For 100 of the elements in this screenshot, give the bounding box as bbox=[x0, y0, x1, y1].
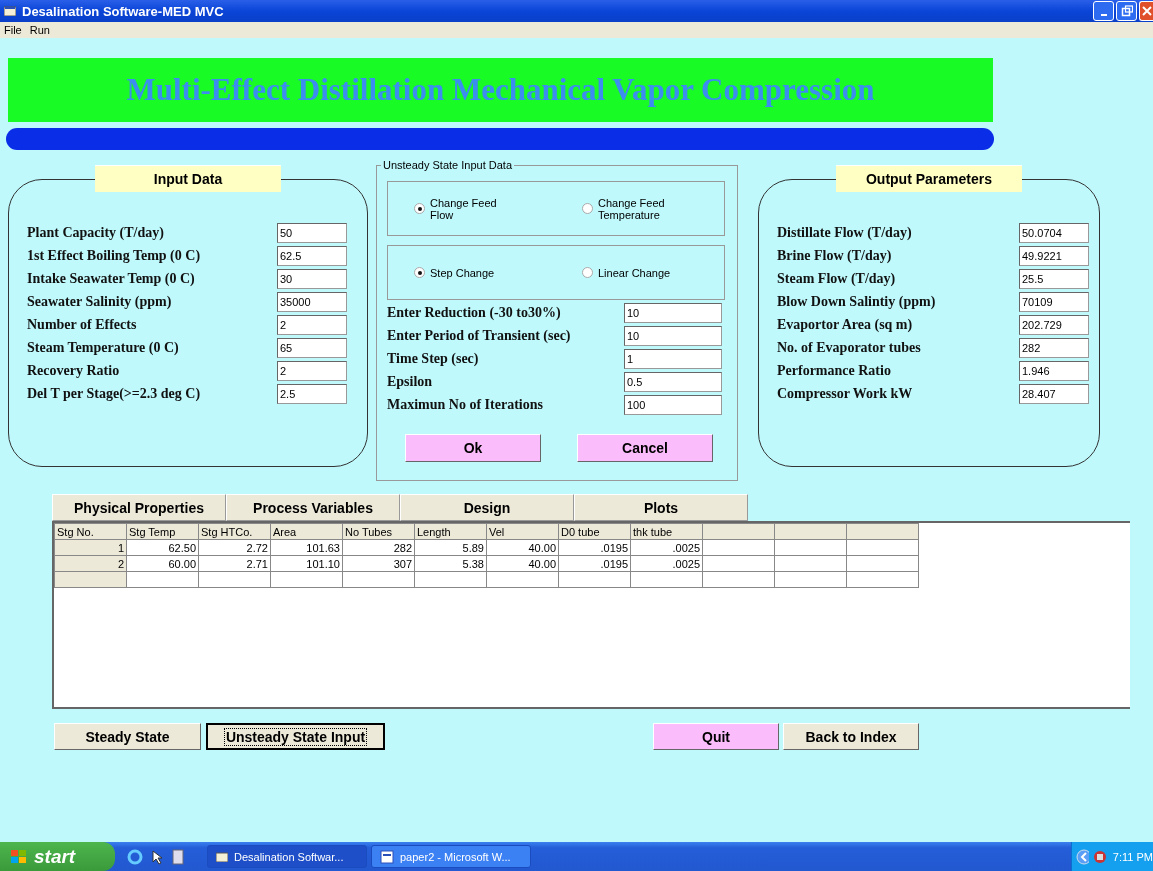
field-label: Steam Temperature (0 C) bbox=[27, 340, 180, 356]
field-label: Time Step (sec) bbox=[387, 351, 480, 367]
radio-option[interactable]: Linear Change bbox=[556, 266, 724, 279]
action-button[interactable]: Quit bbox=[653, 723, 779, 750]
action-button[interactable]: Unsteady State Input bbox=[206, 723, 385, 750]
input-field[interactable]: 35000 bbox=[277, 292, 347, 312]
browser-icon[interactable] bbox=[127, 848, 143, 865]
output-field[interactable]: 282 bbox=[1019, 338, 1089, 358]
input-field[interactable]: 2 bbox=[277, 361, 347, 381]
input-field[interactable]: 62.5 bbox=[277, 246, 347, 266]
radio-option[interactable]: Change Feed Temperature bbox=[556, 196, 724, 221]
table-cell: 40.00 bbox=[486, 555, 559, 572]
tab[interactable]: Physical Properties bbox=[52, 494, 226, 521]
network-icon[interactable] bbox=[1092, 848, 1106, 865]
tab[interactable]: Process Variables bbox=[226, 494, 400, 521]
radio-option[interactable]: Change Feed Flow bbox=[388, 196, 556, 221]
table-cell: 101.63 bbox=[270, 539, 343, 556]
table-cell: 101.10 bbox=[270, 555, 343, 572]
output-field[interactable]: 202.729 bbox=[1019, 315, 1089, 335]
field-label: Brine Flow (T/day) bbox=[777, 248, 893, 264]
field-label: Del T per Stage(>=2.3 deg C) bbox=[27, 386, 202, 402]
field-label: Intake Seawater Temp (0 C) bbox=[27, 271, 196, 287]
field-label: Recovery Ratio bbox=[27, 363, 121, 379]
output-field[interactable]: 28.407 bbox=[1019, 384, 1089, 404]
column-header: D0 tube bbox=[558, 523, 631, 540]
table-cell: 2.71 bbox=[198, 555, 271, 572]
input-field[interactable]: 30 bbox=[277, 269, 347, 289]
minimize-button[interactable] bbox=[1093, 1, 1114, 21]
output-field[interactable]: 50.0704 bbox=[1019, 223, 1089, 243]
output-field[interactable]: 1.946 bbox=[1019, 361, 1089, 381]
taskbar-button[interactable]: Desalination Softwar... bbox=[207, 845, 367, 868]
action-button[interactable]: Steady State bbox=[54, 723, 201, 750]
table-cell: 40.00 bbox=[486, 539, 559, 556]
field-label: Enter Period of Transient (sec) bbox=[387, 328, 572, 344]
radio-option[interactable]: Step Change bbox=[388, 266, 556, 279]
close-icon bbox=[1141, 6, 1152, 16]
input-field[interactable]: 10 bbox=[624, 326, 722, 346]
chevron-icon[interactable] bbox=[1076, 848, 1090, 865]
field-label: Distillate Flow (T/day) bbox=[777, 225, 913, 241]
input-field[interactable]: 0.5 bbox=[624, 372, 722, 392]
output-field[interactable]: 25.5 bbox=[1019, 269, 1089, 289]
panel-heading: Input Data bbox=[95, 165, 281, 192]
menu-item[interactable]: File bbox=[4, 24, 22, 36]
field-label: Compressor Work kW bbox=[777, 386, 914, 402]
input-field[interactable]: 50 bbox=[277, 223, 347, 243]
output-field[interactable]: 70109 bbox=[1019, 292, 1089, 312]
column-header: Stg Temp bbox=[126, 523, 199, 540]
group-title: Unsteady State Input Data bbox=[382, 159, 514, 171]
menu-item[interactable]: Run bbox=[29, 24, 50, 36]
input-field[interactable]: 100 bbox=[624, 395, 722, 415]
field-label: 1st Effect Boiling Temp (0 C) bbox=[27, 248, 202, 264]
dialog-button[interactable]: Cancel bbox=[577, 434, 713, 462]
panel-heading: Output Parameters bbox=[836, 165, 1022, 192]
table-cell: .0195 bbox=[558, 555, 631, 572]
field-label: Evaportor Area (sq m) bbox=[777, 317, 914, 333]
input-field[interactable]: 1 bbox=[624, 349, 722, 369]
table-cell: .0195 bbox=[558, 539, 631, 556]
close-button[interactable] bbox=[1139, 1, 1153, 21]
input-field[interactable]: 2.5 bbox=[277, 384, 347, 404]
table-cell: 5.38 bbox=[414, 555, 487, 572]
restore-icon bbox=[1120, 5, 1133, 17]
flag-icon bbox=[10, 848, 28, 865]
window-icon bbox=[216, 851, 228, 862]
table-cell: 307 bbox=[342, 555, 415, 572]
field-label: Number of Effects bbox=[27, 317, 138, 333]
input-field[interactable]: 65 bbox=[277, 338, 347, 358]
column-header: No Tubes bbox=[342, 523, 415, 540]
column-header: Stg No. bbox=[54, 523, 127, 540]
dialog-button[interactable]: Ok bbox=[405, 434, 541, 462]
column-header: Area bbox=[270, 523, 343, 540]
cursor-icon[interactable] bbox=[149, 848, 165, 865]
table-cell: 62.50 bbox=[126, 539, 199, 556]
table-cell: 5.89 bbox=[414, 539, 487, 556]
maximize-button[interactable] bbox=[1116, 1, 1137, 21]
tab[interactable]: Design bbox=[400, 494, 574, 521]
field-label: Steam Flow (T/day) bbox=[777, 271, 897, 287]
document-icon bbox=[380, 849, 394, 864]
table-cell: .0025 bbox=[630, 555, 703, 572]
field-label: Enter Reduction (-30 to30%) bbox=[387, 305, 562, 321]
output-field[interactable]: 49.9221 bbox=[1019, 246, 1089, 266]
window-title: Desalination Software-MED MVC bbox=[22, 3, 224, 19]
field-label: Plant Capacity (T/day) bbox=[27, 225, 165, 241]
column-header: Length bbox=[414, 523, 487, 540]
taskbar-button[interactable]: paper2 - Microsoft W... bbox=[371, 845, 531, 868]
table-cell: 282 bbox=[342, 539, 415, 556]
column-header: Stg HTCo. bbox=[198, 523, 271, 540]
input-field[interactable]: 2 bbox=[277, 315, 347, 335]
input-field[interactable]: 10 bbox=[624, 303, 722, 323]
field-label: Blow Down Salintiy (ppm) bbox=[777, 294, 937, 310]
field-label: Epsilon bbox=[387, 374, 434, 390]
banner-title: Multi-Effect Distillation Mechanical Vapor Compression bbox=[126, 72, 875, 108]
table-cell: 60.00 bbox=[126, 555, 199, 572]
field-label: Seawater Salinity (ppm) bbox=[27, 294, 173, 310]
action-button[interactable]: Back to Index bbox=[783, 723, 919, 750]
field-label: Maximun No of Iterations bbox=[387, 397, 544, 413]
column-header: Vel bbox=[486, 523, 559, 540]
table-cell: 2.72 bbox=[198, 539, 271, 556]
column-header: thk tube bbox=[630, 523, 703, 540]
document-icon[interactable] bbox=[171, 848, 185, 865]
tab[interactable]: Plots bbox=[574, 494, 748, 521]
